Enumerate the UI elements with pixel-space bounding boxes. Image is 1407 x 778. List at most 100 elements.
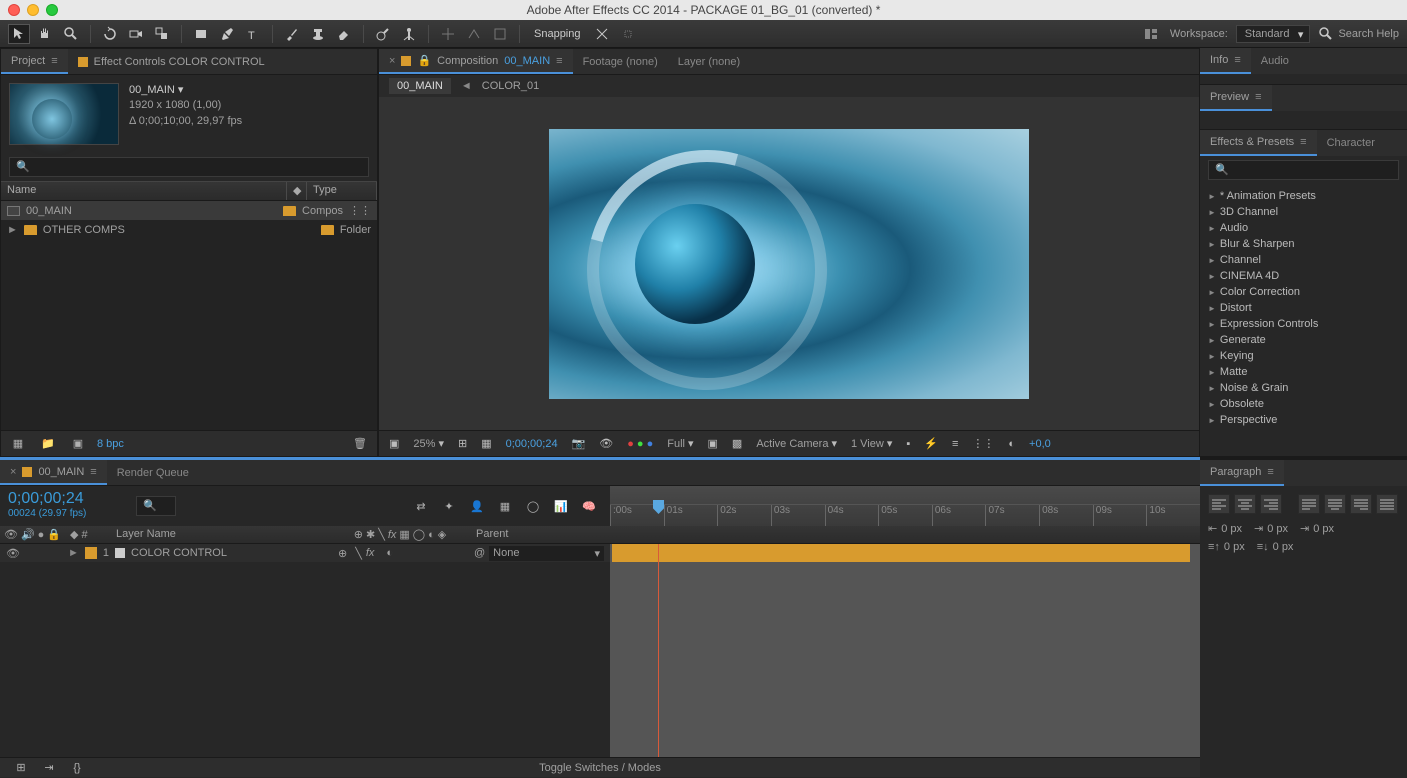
effect-category[interactable]: Keying bbox=[1200, 348, 1407, 364]
label-icon[interactable]: ◆ bbox=[70, 528, 78, 541]
interpret-footage-icon[interactable]: ▦ bbox=[7, 434, 29, 454]
justify-all-button[interactable] bbox=[1376, 494, 1398, 514]
tab-effects-presets[interactable]: Effects & Presets≡ bbox=[1200, 130, 1317, 156]
snap-edges-icon[interactable] bbox=[617, 24, 639, 44]
transparency-grid-icon[interactable]: ▩ bbox=[728, 437, 746, 450]
tab-render-queue[interactable]: Render Queue bbox=[107, 460, 199, 485]
switch-adjustment[interactable]: ◐ bbox=[428, 529, 435, 541]
workspace-dropdown[interactable]: Standard bbox=[1236, 25, 1311, 43]
view-dropdown[interactable]: 1 View ▾ bbox=[847, 437, 896, 450]
tab-paragraph[interactable]: Paragraph≡ bbox=[1200, 460, 1284, 486]
bpc-button[interactable]: 8 bpc bbox=[97, 438, 124, 450]
effect-category[interactable]: Audio bbox=[1200, 220, 1407, 236]
tab-footage[interactable]: Footage (none) bbox=[573, 49, 668, 74]
tab-composition[interactable]: × 🔒 Composition 00_MAIN ≡ bbox=[379, 49, 573, 74]
tab-preview[interactable]: Preview≡ bbox=[1200, 85, 1272, 111]
viewer-timecode[interactable]: 0;00;00;24 bbox=[502, 438, 562, 450]
in-out-icon[interactable]: ⇥ bbox=[38, 758, 60, 778]
align-center-button[interactable] bbox=[1234, 494, 1256, 514]
pan-behind-tool[interactable] bbox=[151, 24, 173, 44]
composition-canvas[interactable] bbox=[549, 129, 1029, 399]
project-search-input[interactable] bbox=[9, 157, 369, 177]
trash-icon[interactable]: 🗑 bbox=[349, 434, 371, 454]
roi-icon[interactable]: ▣ bbox=[704, 437, 722, 450]
toggle-switches-icon[interactable]: ⊞ bbox=[10, 758, 32, 778]
crumb-color[interactable]: COLOR_01 bbox=[482, 80, 539, 92]
effect-category[interactable]: * Animation Presets bbox=[1200, 188, 1407, 204]
col-layer-name[interactable]: Layer Name bbox=[110, 526, 330, 543]
search-help-label[interactable]: Search Help bbox=[1338, 28, 1399, 40]
axis-local-icon[interactable] bbox=[437, 24, 459, 44]
pixel-aspect-icon[interactable]: ▪ bbox=[902, 438, 914, 450]
timeline-search-input[interactable] bbox=[136, 496, 176, 516]
resolution-dropdown[interactable]: Full ▾ bbox=[663, 437, 697, 450]
pen-tool[interactable] bbox=[216, 24, 238, 44]
rectangle-tool[interactable] bbox=[190, 24, 212, 44]
switch-frameblend[interactable]: ▦ bbox=[399, 528, 409, 541]
av-icon[interactable]: 👁 bbox=[4, 528, 18, 541]
graph-editor-icon[interactable]: 📊 bbox=[550, 496, 572, 516]
pickwhip-icon[interactable]: @ bbox=[474, 547, 485, 559]
lock-icon[interactable]: 🔒 bbox=[47, 528, 61, 541]
space-before-input[interactable]: ≡↑0 px bbox=[1208, 541, 1245, 553]
motion-blur-icon[interactable]: ◯ bbox=[522, 496, 544, 516]
channel-icon[interactable]: ●●● bbox=[623, 438, 657, 450]
indent-first-input[interactable]: ⇥0 px bbox=[1254, 522, 1288, 535]
col-label-icon[interactable]: ◆ bbox=[287, 182, 307, 200]
effect-category[interactable]: CINEMA 4D bbox=[1200, 268, 1407, 284]
switch-shy[interactable]: ⊕ bbox=[354, 528, 363, 541]
workspace-icon[interactable] bbox=[1140, 24, 1162, 44]
window-maximize-button[interactable] bbox=[46, 4, 58, 16]
tab-effect-controls[interactable]: Effect Controls COLOR CONTROL bbox=[68, 49, 275, 74]
effects-search-input[interactable] bbox=[1208, 160, 1399, 180]
text-tool[interactable]: T bbox=[242, 24, 264, 44]
toggle-switches-button[interactable]: Toggle Switches / Modes bbox=[539, 762, 661, 774]
hand-tool[interactable] bbox=[34, 24, 56, 44]
effect-category[interactable]: Perspective bbox=[1200, 412, 1407, 428]
align-left-button[interactable] bbox=[1208, 494, 1230, 514]
flowchart-icon[interactable]: ⋮⋮ bbox=[968, 437, 998, 450]
layer-row[interactable]: 👁 ► 1 COLOR CONTROL ⊕╲fx◐ @ None▾ bbox=[0, 544, 610, 562]
grid-icon[interactable]: ▦ bbox=[477, 437, 495, 450]
zoom-tool[interactable] bbox=[60, 24, 82, 44]
switch-quality[interactable]: ╲ bbox=[378, 528, 385, 541]
layer-color-swatch[interactable] bbox=[85, 547, 97, 559]
comp-mini-flow-icon[interactable]: ⇄ bbox=[410, 496, 432, 516]
eraser-tool[interactable] bbox=[333, 24, 355, 44]
rotation-tool[interactable] bbox=[99, 24, 121, 44]
new-folder-icon[interactable]: 📁 bbox=[37, 434, 59, 454]
axis-view-icon[interactable] bbox=[489, 24, 511, 44]
align-right-button[interactable] bbox=[1260, 494, 1282, 514]
camera-tool[interactable] bbox=[125, 24, 147, 44]
justify-last-left-button[interactable] bbox=[1298, 494, 1320, 514]
tab-layer[interactable]: Layer (none) bbox=[668, 49, 750, 74]
puppet-tool[interactable] bbox=[398, 24, 420, 44]
effect-category[interactable]: Matte bbox=[1200, 364, 1407, 380]
project-list[interactable]: 00_MAIN Compos⋮⋮ ► OTHER COMPS Folder bbox=[1, 201, 377, 430]
effect-category[interactable]: Distort bbox=[1200, 300, 1407, 316]
crumb-main[interactable]: 00_MAIN bbox=[389, 78, 451, 94]
effect-category[interactable]: Noise & Grain bbox=[1200, 380, 1407, 396]
col-name[interactable]: Name bbox=[1, 182, 287, 200]
switch-collapse[interactable]: ✱ bbox=[366, 528, 375, 541]
effect-category[interactable]: Obsolete bbox=[1200, 396, 1407, 412]
justify-last-right-button[interactable] bbox=[1350, 494, 1372, 514]
playhead[interactable] bbox=[658, 486, 659, 526]
effect-category[interactable]: Expression Controls bbox=[1200, 316, 1407, 332]
indent-left-input[interactable]: ⇤0 px bbox=[1208, 522, 1242, 535]
parent-dropdown[interactable]: None▾ bbox=[489, 546, 604, 561]
timeline-timecode[interactable]: 0;00;00;24 bbox=[8, 490, 122, 508]
effect-category[interactable]: Blur & Sharpen bbox=[1200, 236, 1407, 252]
space-after-input[interactable]: ≡↓0 px bbox=[1257, 541, 1294, 553]
tab-info[interactable]: Info≡ bbox=[1200, 48, 1251, 74]
fast-preview-icon[interactable]: ⚡ bbox=[920, 437, 942, 450]
selection-tool[interactable] bbox=[8, 24, 30, 44]
snapshot-icon[interactable]: 📷 bbox=[568, 437, 590, 450]
draft-3d-icon[interactable]: ✦ bbox=[438, 496, 460, 516]
effect-category[interactable]: 3D Channel bbox=[1200, 204, 1407, 220]
window-close-button[interactable] bbox=[8, 4, 20, 16]
shy-icon[interactable]: 👤 bbox=[466, 496, 488, 516]
tab-project[interactable]: Project≡ bbox=[1, 49, 68, 74]
switch-3d[interactable]: ◈ bbox=[438, 528, 446, 541]
list-row[interactable]: ► OTHER COMPS Folder bbox=[1, 220, 377, 239]
